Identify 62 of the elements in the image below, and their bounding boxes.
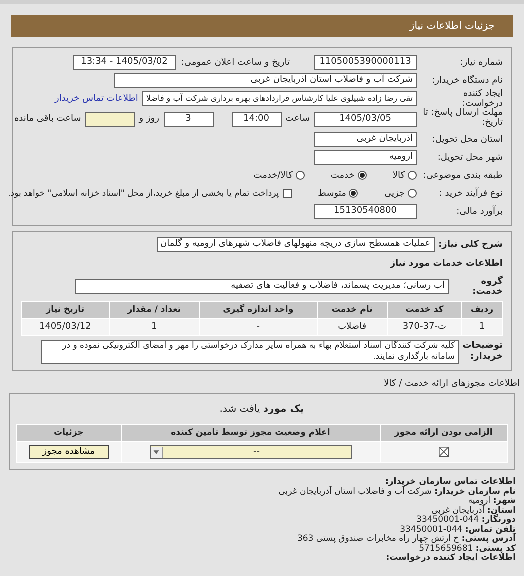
field-label: ایجاد کننده درخواست: xyxy=(462,88,503,108)
status-dropdown[interactable]: -- xyxy=(150,445,352,459)
section-heading: اطلاعات ایجاد کننده درخواست: xyxy=(385,554,516,564)
text-field[interactable]: 1105005390000113 xyxy=(314,55,417,70)
field-label: شماره نیاز: xyxy=(459,58,503,68)
field-label: ساعت xyxy=(286,114,310,124)
radio-option[interactable]: کالا xyxy=(392,170,417,180)
radio-option[interactable]: جزیی xyxy=(384,188,417,198)
checkbox-label: پرداخت تمام یا بخشی از مبلغ خرید،از محل "اسناد خزانه اسلامی" خواهد بود. xyxy=(8,188,280,198)
section-heading: اطلاعات خدمات مورد نیاز xyxy=(389,258,503,271)
field-label: استان محل تحویل: xyxy=(431,134,503,144)
contact-line: آدرس پستی: خ ارتش چهار راه مخابرات صندوق پستی 363 xyxy=(296,535,516,544)
field-label: طبقه بندی موضوعی: xyxy=(422,170,503,180)
column-header: تاریخ نیاز xyxy=(22,302,109,318)
radio-option[interactable]: کالا/خدمت xyxy=(254,170,305,180)
table-cell: فاضلاب xyxy=(318,319,387,335)
table-cell: - xyxy=(200,319,317,335)
text-field[interactable]: عملیات همسطح سازی دریچه منهولهای فاضلاب شهرهای ارومیه و گلمان xyxy=(156,237,435,252)
field-label: نوع فرآیند خرید : xyxy=(438,188,503,198)
text-field[interactable]: 1405/03/02 - 13:34 xyxy=(73,55,176,70)
header-title: جزئیات اطلاعات نیاز xyxy=(410,20,495,32)
time-field[interactable]: 14:00 xyxy=(232,112,282,126)
field-label: ساعت باقی مانده xyxy=(14,114,82,124)
text-field[interactable]: تقی رضا زاده شبیلوی علیا کارشناس قراردادهای بهره برداری شرکت آب و فاضلا xyxy=(142,91,417,106)
date-field[interactable]: 1405/03/05 xyxy=(314,112,417,126)
radio-option[interactable]: خدمت xyxy=(330,170,367,180)
field-label: گروه خدمت: xyxy=(472,276,503,296)
field-label: شهر محل تحویل: xyxy=(436,152,503,162)
column-header: تعداد / مقدار xyxy=(110,302,199,318)
table-cell: 1 xyxy=(110,319,199,335)
caret-icon xyxy=(150,446,163,458)
table-cell: ت-37-370 xyxy=(388,319,462,335)
field-label: شرح کلی نیاز: xyxy=(438,240,503,250)
field-label: روز و xyxy=(139,114,160,124)
contact-link[interactable]: اطلاعات تماس خریدار xyxy=(55,94,138,104)
text-field[interactable]: ارومیه xyxy=(314,150,417,165)
checkbox[interactable] xyxy=(283,189,292,198)
column-header: نام خدمت xyxy=(318,302,387,318)
table-cell: 1 xyxy=(462,319,502,335)
field-label: توضیحات خریدار: xyxy=(463,341,503,363)
radio-option[interactable]: متوسط xyxy=(318,188,358,198)
table-cell: 1405/03/12 xyxy=(22,319,109,335)
section-heading: اطلاعات مجوزهای ارائه خدمت / کالا xyxy=(383,379,520,391)
column-header: ردیف xyxy=(462,302,502,318)
hours-field[interactable] xyxy=(85,112,136,126)
field-label: مهلت ارسال پاسخ: تا تاریخ: xyxy=(422,109,503,129)
column-header: جزئیات xyxy=(17,425,121,441)
field-label: نام دستگاه خریدار: xyxy=(431,76,503,86)
contact-line: استان: آذربایجان غربی xyxy=(430,506,516,516)
contact-heading: اطلاعات تماس سازمان خریدار: xyxy=(384,478,516,487)
text-field[interactable]: 15130540800 xyxy=(314,204,417,219)
contact-line: شهر: ارومیه xyxy=(468,497,516,506)
field-label: برآورد مالی: xyxy=(456,206,503,216)
column-header: اعلام وضعیت مجوز توسط تامین کننده xyxy=(122,425,380,441)
column-header: الزامی بودن ارائه مجوز xyxy=(380,425,507,441)
field-label: تاریخ و ساعت اعلان عمومی: xyxy=(180,58,290,68)
column-header: کد خدمت xyxy=(388,302,462,318)
contact-line: نام سازمان خریدار: شرکت آب و فاضلاب استان آذربایجان غربی xyxy=(278,488,516,496)
result-count: یک مورد یافت شد. xyxy=(218,403,306,417)
view-license-button[interactable]: مشاهده مجوز xyxy=(28,445,109,459)
days-field[interactable]: 3 xyxy=(164,112,214,126)
column-header: واحد اندازه گیری xyxy=(200,302,317,318)
